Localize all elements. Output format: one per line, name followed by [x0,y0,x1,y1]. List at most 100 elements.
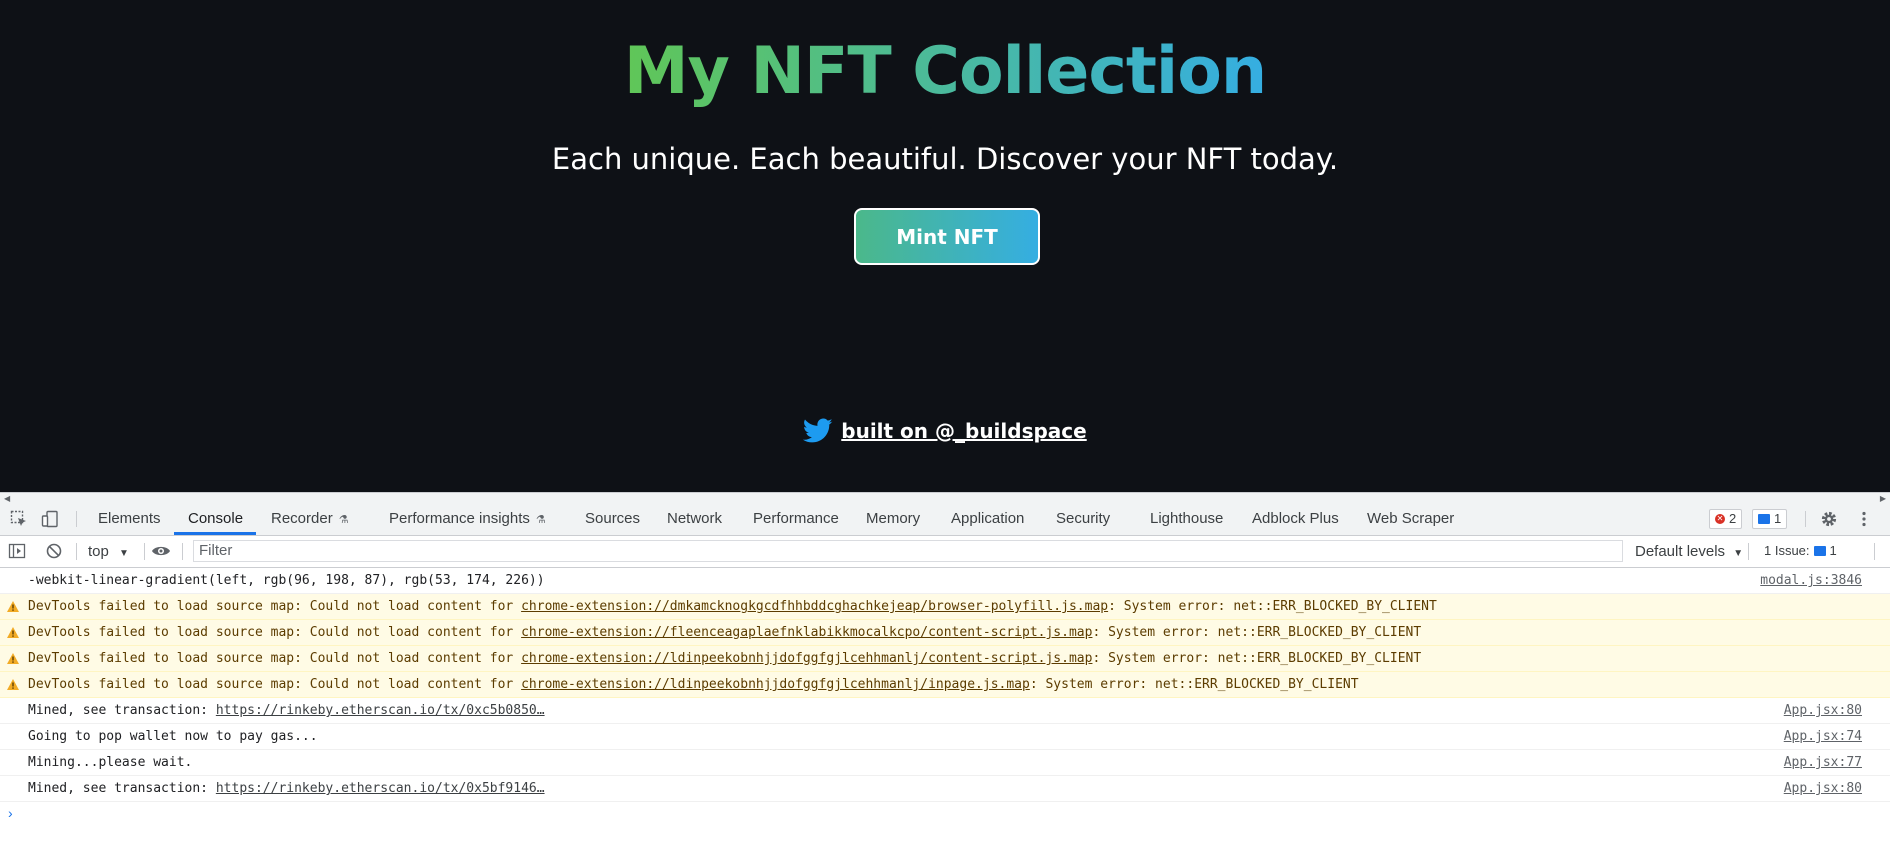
active-tab-indicator [174,532,256,535]
console-warning-row: DevTools failed to load source map: Coul… [0,672,1890,698]
console-source-link[interactable]: App.jsx:74 [1784,724,1862,749]
divider [182,543,183,560]
experiment-flask-icon: ⚗ [535,514,546,526]
mint-nft-button[interactable]: Mint NFT [854,208,1040,265]
settings-gear-icon[interactable] [1820,510,1838,528]
console-message-text: DevTools failed to load source map: Coul… [28,625,522,640]
console-message-text: Mined, see transaction: [28,703,216,718]
console-log-row: Mining...please wait. App.jsx:77 [0,750,1890,776]
app-page: My NFT Collection Each unique. Each beau… [0,0,1890,492]
devtools-tabbar: Elements Console Recorder ⚗ Performance i… [0,503,1890,536]
divider [1748,543,1749,560]
tab-security[interactable]: Security [1056,503,1110,535]
buildspace-link[interactable]: built on @_buildspace [841,419,1086,443]
dropdown-arrow-icon: ▼ [1733,548,1744,559]
tab-recorder-label: Recorder [271,510,333,527]
tab-network[interactable]: Network [667,503,722,535]
console-source-link[interactable]: App.jsx:80 [1784,698,1862,723]
console-filter-input[interactable]: Filter [193,540,1623,562]
tab-sources[interactable]: Sources [585,503,640,535]
tab-adblock-plus[interactable]: Adblock Plus [1252,503,1339,535]
console-message-text: Mined, see transaction: [28,781,216,796]
device-toolbar-icon[interactable] [41,510,59,528]
console-message-link[interactable]: chrome-extension://dmkamcknogkgcdfhhbddc… [521,599,1108,614]
console-message-text: DevTools failed to load source map: Coul… [28,677,522,692]
console-log-row: Going to pop wallet now to pay gas... App… [0,724,1890,750]
issues-counter[interactable]: 1 Issue: 1 [1759,541,1842,561]
scroll-left-icon[interactable]: ◀ [4,494,10,503]
console-log-row: -webkit-linear-gradient(left, rgb(96, 19… [0,568,1890,594]
console-source-link[interactable]: App.jsx:77 [1784,750,1862,775]
scroll-right-icon[interactable]: ▶ [1880,494,1886,503]
console-warning-row: DevTools failed to load source map: Coul… [0,594,1890,620]
more-options-icon[interactable] [1855,510,1873,528]
context-selector[interactable]: top ▼ [88,536,129,567]
divider [1805,511,1806,527]
console-source-link[interactable]: modal.js:3846 [1760,568,1862,593]
twitter-icon [803,418,833,443]
panel-splitter[interactable]: ◀ ▶ [0,492,1890,503]
tab-elements[interactable]: Elements [98,503,161,535]
footer: built on @_buildspace [0,418,1890,444]
console-message-text: Going to pop wallet now to pay gas... [28,729,318,744]
inspect-element-icon[interactable] [10,510,28,528]
message-count-badge[interactable]: 1 [1752,509,1788,529]
console-log-row: Mined, see transaction: https://rinkeby.… [0,698,1890,724]
log-levels-dropdown[interactable]: Default levels ▼ [1635,536,1743,567]
log-levels-label: Default levels [1635,543,1726,560]
console-message-link[interactable]: chrome-extension://fleenceagaplaefnklabi… [521,625,1092,640]
console-prompt[interactable]: › [0,802,1890,824]
context-selector-label: top [88,543,109,560]
console-message-link[interactable]: https://rinkeby.etherscan.io/tx/0xc5b085… [216,703,545,718]
console-warning-row: DevTools failed to load source map: Coul… [0,646,1890,672]
tab-web-scraper[interactable]: Web Scraper [1367,503,1454,535]
warning-icon [7,627,19,638]
warning-icon [7,679,19,690]
tab-recorder[interactable]: Recorder ⚗ [271,503,349,535]
message-icon [1758,514,1770,524]
console-message-text: Mining...please wait. [28,755,193,770]
issue-icon [1813,546,1826,556]
console-message-link[interactable]: https://rinkeby.etherscan.io/tx/0x5bf914… [216,781,545,796]
live-expression-eye-icon[interactable] [151,542,171,560]
console-message-link[interactable]: chrome-extension://ldinpeekobnhjjdofggfg… [521,677,1030,692]
show-sidebar-icon[interactable] [8,542,26,560]
issue-count: 1 [1829,543,1837,558]
clear-console-icon[interactable] [45,542,63,560]
divider [144,543,145,560]
console-message-text: DevTools failed to load source map: Coul… [28,599,522,614]
console-messages: -webkit-linear-gradient(left, rgb(96, 19… [0,568,1890,802]
console-message-suffix: : System error: net::ERR_BLOCKED_BY_CLIE… [1092,625,1422,640]
divider [1874,543,1875,560]
message-count: 1 [1774,511,1782,526]
console-message-suffix: : System error: net::ERR_BLOCKED_BY_CLIE… [1092,651,1422,666]
dropdown-arrow-icon: ▼ [119,548,129,559]
console-message-text: -webkit-linear-gradient(left, rgb(96, 19… [28,573,545,588]
devtools-panel: ◀ ▶ Elements Console Recorder ⚗ Performan… [0,492,1890,846]
tab-memory[interactable]: Memory [866,503,920,535]
console-message-link[interactable]: chrome-extension://ldinpeekobnhjjdofggfg… [521,651,1092,666]
tab-performance-insights[interactable]: Performance insights ⚗ [389,503,546,535]
error-count-badge[interactable]: ✕ 2 [1709,509,1743,529]
console-message-suffix: : System error: net::ERR_BLOCKED_BY_CLIE… [1029,677,1359,692]
page-subtitle: Each unique. Each beautiful. Discover yo… [551,142,1339,176]
experiment-flask-icon: ⚗ [338,514,349,526]
page-title: My NFT Collection [623,34,1267,109]
divider [76,543,77,560]
tab-performance[interactable]: Performance [753,503,839,535]
warning-icon [7,653,19,664]
console-filterbar: top ▼ Filter Default levels ▼ 1 Issue: 1 [0,536,1890,568]
error-count: 2 [1729,511,1737,526]
console-warning-row: DevTools failed to load source map: Coul… [0,620,1890,646]
divider [76,511,77,527]
tab-console[interactable]: Console [188,503,243,535]
console-message-suffix: : System error: net::ERR_BLOCKED_BY_CLIE… [1108,599,1437,614]
error-icon: ✕ [1715,514,1725,524]
tab-application[interactable]: Application [951,503,1024,535]
issues-label: 1 Issue: [1764,543,1810,558]
tab-lighthouse[interactable]: Lighthouse [1150,503,1223,535]
warning-icon [7,601,19,612]
tab-performance-insights-label: Performance insights [389,510,530,527]
console-source-link[interactable]: App.jsx:80 [1784,776,1862,801]
console-log-row: Mined, see transaction: https://rinkeby.… [0,776,1890,802]
